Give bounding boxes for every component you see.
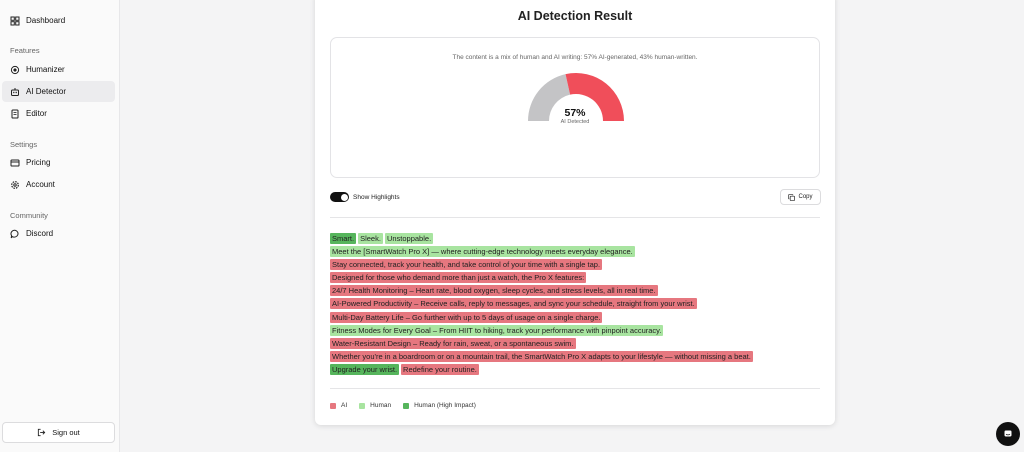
document-icon: [10, 109, 20, 119]
highlighted-text: Smart. Sleek. Unstoppable. Meet the [SmartW…: [330, 232, 825, 376]
gauge-percent: 57%: [564, 107, 586, 119]
result-summary-text: The content is a mix of human and AI wri…: [452, 54, 698, 61]
chat-icon: [1004, 430, 1012, 437]
sidebar-item-label: Editor: [26, 109, 47, 118]
copy-icon: [788, 193, 796, 201]
sidebar-item-label: Pricing: [26, 158, 51, 167]
sign-out-icon: [38, 428, 46, 437]
legend-swatch-ai: [330, 402, 336, 409]
show-highlights-toggle[interactable]: [330, 192, 349, 202]
human-segment: Fitness Modes for Every Goal – From HIIT…: [330, 324, 664, 336]
sidebar-item-humanizer[interactable]: Humanizer: [2, 59, 115, 80]
copy-label: Copy: [798, 194, 813, 200]
sidebar-item-editor[interactable]: Editor: [2, 103, 115, 124]
text-line: Multi-Day Battery Life – Go further with…: [330, 311, 825, 324]
sidebar-item-label: Discord: [26, 229, 54, 238]
result-summary-box: The content is a mix of human and AI wri…: [330, 37, 820, 178]
ai-segment: AI-Powered Productivity – Receive calls,…: [330, 298, 697, 310]
sidebar-item-label: AI Detector: [26, 87, 67, 96]
sidebar-item-discord[interactable]: Discord: [2, 223, 115, 244]
sign-out-label: Sign out: [52, 428, 80, 437]
legend-item-human: Human: [359, 402, 391, 409]
text-line: Stay connected, track your health, and t…: [330, 258, 825, 271]
gauge-caption: AI Detected: [560, 119, 590, 125]
section-label-community: Community: [10, 211, 48, 220]
text-line: Fitness Modes for Every Goal – From HIIT…: [330, 324, 825, 337]
text-line: Meet the [SmartWatch Pro X] — where cutt…: [330, 245, 825, 258]
grid-icon: [10, 16, 20, 26]
ai-segment: Water-Resistant Design – Ready for rain,…: [330, 337, 576, 349]
section-label-settings: Settings: [10, 140, 38, 149]
text-line: Designed for those who demand more than …: [330, 271, 825, 284]
sidebar-item-account[interactable]: Account: [2, 174, 115, 195]
sidebar-item-label: Account: [26, 180, 55, 189]
legend-label: Human: [370, 402, 392, 409]
text-line: 24/7 Health Monitoring – Heart rate, blo…: [330, 284, 825, 297]
ai-segment: Multi-Day Battery Life – Go further with…: [330, 311, 603, 323]
sidebar-item-label: Humanizer: [26, 65, 65, 74]
support-chat-button[interactable]: [996, 422, 1020, 446]
sidebar: Dashboard Features Humanizer AI Detector…: [0, 0, 120, 452]
legend-swatch-human-high: [403, 402, 410, 409]
ai-segment: Whether you're in a boardroom or on a mo…: [330, 350, 753, 362]
gear-icon: [10, 180, 20, 190]
sidebar-item-pricing[interactable]: Pricing: [2, 152, 115, 173]
legend-label: Human (High Impact): [414, 402, 476, 409]
ai-segment: 24/7 Health Monitoring – Heart rate, blo…: [330, 285, 658, 297]
divider: [330, 217, 820, 218]
page-title: AI Detection Result: [517, 9, 633, 23]
legend-item-ai: AI: [330, 402, 347, 409]
chat-bubble-icon: [10, 229, 20, 239]
human-segment: Unstoppable.: [384, 233, 434, 244]
text-line: AI-Powered Productivity – Receive calls,…: [330, 297, 825, 310]
text-line: Upgrade your wrist. Redefine your routine…: [330, 363, 825, 376]
ai-segment: Redefine your routine.: [401, 363, 479, 375]
human-segment: Meet the [SmartWatch Pro X] — where cutt…: [330, 246, 635, 258]
show-highlights-row: Show Highlights: [330, 192, 400, 202]
divider: [330, 388, 820, 389]
detection-result-card: AI Detection Result The content is a mix…: [315, 0, 835, 425]
human-high-segment: Smart.: [330, 233, 357, 244]
legend-item-human-high: Human (High Impact): [403, 402, 476, 409]
sign-out-button[interactable]: Sign out: [2, 422, 115, 443]
copy-button[interactable]: Copy: [780, 189, 821, 205]
show-highlights-label: Show Highlights: [353, 193, 400, 201]
credit-card-icon: [10, 158, 20, 168]
legend-swatch-human: [359, 402, 366, 409]
legend-label: AI: [341, 402, 348, 409]
ai-segment: Stay connected, track your health, and t…: [330, 259, 603, 271]
sidebar-item-ai-detector[interactable]: AI Detector: [2, 81, 115, 102]
section-label-features: Features: [10, 46, 40, 55]
legend: AI Human Human (High Impact): [330, 402, 488, 409]
ai-segment: Designed for those who demand more than …: [330, 272, 587, 284]
sidebar-item-label: Dashboard: [26, 16, 66, 25]
text-line: Smart. Sleek. Unstoppable.: [330, 232, 825, 245]
human-high-segment: Upgrade your wrist.: [330, 363, 400, 375]
text-line: Whether you're in a boardroom or on a mo…: [330, 350, 825, 363]
text-line: Water-Resistant Design – Ready for rain,…: [330, 337, 825, 350]
human-segment: Sleek.: [358, 233, 383, 244]
sparkle-icon: [10, 65, 20, 75]
robot-icon: [10, 87, 20, 97]
sidebar-item-dashboard[interactable]: Dashboard: [2, 10, 115, 31]
